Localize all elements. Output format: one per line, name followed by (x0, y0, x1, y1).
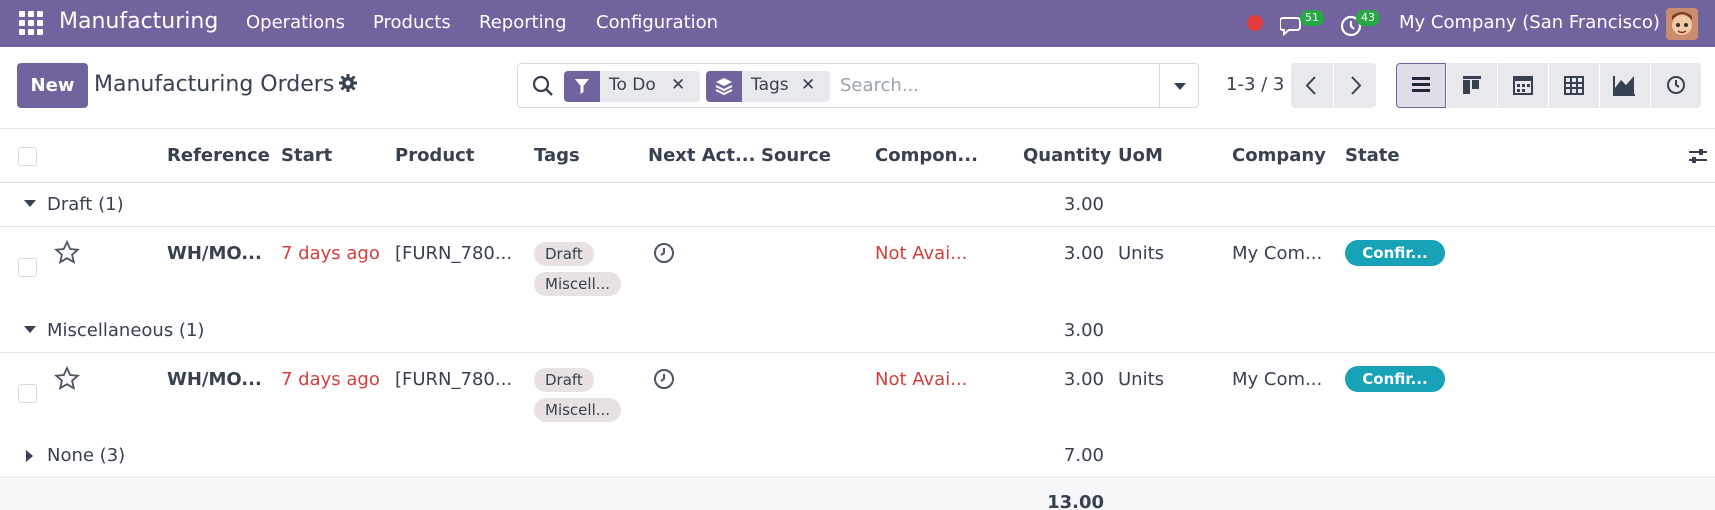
gear-icon[interactable] (338, 73, 358, 93)
status-badge: Confir... (1345, 240, 1445, 266)
cell-company: My Com... (1232, 243, 1323, 264)
menu-reporting[interactable]: Reporting (479, 12, 567, 33)
search-input[interactable]: Search... (840, 75, 919, 96)
facet-remove-icon[interactable]: ✕ (801, 75, 815, 95)
group-label: None (3) (47, 445, 126, 466)
column-product[interactable]: Product (395, 145, 474, 166)
cell-quantity: 3.00 (1063, 369, 1104, 390)
column-start[interactable]: Start (281, 145, 332, 166)
group-quantity: 3.00 (1063, 194, 1104, 215)
table-row[interactable]: WH/MO... 7 days ago [FURN_780... Draft M… (0, 228, 1715, 311)
filter-icon (564, 71, 600, 102)
activity-clock-icon[interactable] (653, 242, 675, 264)
tag-badge: Draft (534, 368, 594, 392)
search-bar: To Do ✕ Tags ✕ Search... (517, 63, 1199, 108)
layers-icon (706, 71, 742, 102)
total-row: 13.00 (0, 479, 1715, 510)
cell-component-status: Not Avai... (875, 369, 968, 390)
cell-component-status: Not Avai... (875, 243, 968, 264)
tag-badge: Miscell... (534, 398, 622, 422)
caret-down-icon (24, 200, 36, 207)
group-label: Draft (1) (47, 194, 124, 215)
kanban-view-icon[interactable] (1447, 63, 1497, 108)
tag-badge: Draft (534, 242, 594, 266)
control-panel: New Manufacturing Orders To Do ✕ Tags ✕ … (0, 47, 1715, 129)
search-options-toggle[interactable] (1159, 64, 1199, 107)
group-quantity: 7.00 (1063, 445, 1104, 466)
column-source[interactable]: Source (761, 145, 831, 166)
select-all-checkbox[interactable] (18, 147, 37, 166)
group-row-miscellaneous[interactable]: Miscellaneous (1) 3.00 (0, 310, 1715, 353)
top-navbar: Manufacturing Operations Products Report… (0, 0, 1715, 47)
calendar-view-icon[interactable] (1498, 63, 1548, 108)
group-quantity: 3.00 (1063, 320, 1104, 341)
list-view-icon[interactable] (1396, 63, 1446, 108)
user-avatar[interactable] (1666, 8, 1698, 40)
facet-todo[interactable]: To Do ✕ (564, 71, 700, 102)
table-row[interactable]: WH/MO... 7 days ago [FURN_780... Draft M… (0, 354, 1715, 437)
graph-view-icon[interactable] (1600, 63, 1650, 108)
facet-tags[interactable]: Tags ✕ (706, 71, 830, 102)
table-header: Reference Start Product Tags Next Act...… (0, 130, 1715, 183)
group-row-draft[interactable]: Draft (1) 3.00 (0, 184, 1715, 227)
cell-uom: Units (1118, 243, 1165, 264)
cell-start: 7 days ago (281, 369, 380, 390)
caret-down-icon (24, 326, 36, 333)
menu-products[interactable]: Products (373, 12, 451, 33)
column-tags[interactable]: Tags (534, 145, 580, 166)
column-state[interactable]: State (1345, 145, 1400, 166)
pager-next-button[interactable] (1334, 63, 1376, 108)
column-quantity[interactable]: Quantity (1023, 145, 1111, 166)
group-row-none[interactable]: None (3) 7.00 (0, 435, 1715, 478)
column-component-status[interactable]: Compon... (875, 145, 978, 166)
chat-badge: 51 (1300, 10, 1324, 26)
facet-label: To Do (609, 75, 656, 95)
menu-configuration[interactable]: Configuration (596, 12, 718, 33)
status-badge: Confir... (1345, 366, 1445, 392)
cell-product: [FURN_780... (395, 243, 513, 264)
menu-operations[interactable]: Operations (246, 12, 345, 33)
star-icon[interactable] (54, 239, 80, 266)
apps-grid-icon[interactable] (19, 11, 43, 35)
facet-label: Tags (751, 75, 789, 95)
column-reference[interactable]: Reference (167, 145, 270, 166)
column-uom[interactable]: UoM (1118, 145, 1163, 166)
cell-reference: WH/MO... (167, 369, 262, 390)
cell-reference: WH/MO... (167, 243, 262, 264)
chat-icon[interactable]: 51 (1280, 10, 1324, 38)
pager-previous-button[interactable] (1291, 63, 1333, 108)
activity-clock-icon[interactable]: 43 (1340, 10, 1380, 38)
search-icon[interactable] (531, 74, 555, 98)
pivot-view-icon[interactable] (1549, 63, 1599, 108)
activity-view-icon[interactable] (1651, 63, 1701, 108)
cell-uom: Units (1118, 369, 1165, 390)
cell-product: [FURN_780... (395, 369, 513, 390)
column-settings-icon[interactable] (1688, 146, 1708, 166)
facet-remove-icon[interactable]: ✕ (671, 75, 685, 95)
new-button[interactable]: New (17, 63, 88, 108)
caret-right-icon (26, 450, 33, 462)
cell-quantity: 3.00 (1063, 243, 1104, 264)
row-checkbox[interactable] (18, 384, 37, 403)
activity-clock-icon[interactable] (653, 368, 675, 390)
activity-badge: 43 (1356, 10, 1380, 26)
total-quantity: 13.00 (1047, 492, 1104, 510)
star-icon[interactable] (54, 365, 80, 392)
group-label: Miscellaneous (1) (47, 320, 205, 341)
tag-badge: Miscell... (534, 272, 622, 296)
page-title: Manufacturing Orders (94, 72, 335, 97)
company-switcher[interactable]: My Company (San Francisco) (1399, 12, 1660, 33)
column-company[interactable]: Company (1232, 145, 1326, 166)
column-next-activity[interactable]: Next Act... (648, 145, 755, 166)
row-checkbox[interactable] (18, 258, 37, 277)
pager-value[interactable]: 1-3 / 3 (1226, 74, 1284, 95)
cell-start: 7 days ago (281, 243, 380, 264)
cell-company: My Com... (1232, 369, 1323, 390)
record-indicator-icon[interactable] (1247, 15, 1263, 31)
app-brand[interactable]: Manufacturing (59, 9, 218, 34)
